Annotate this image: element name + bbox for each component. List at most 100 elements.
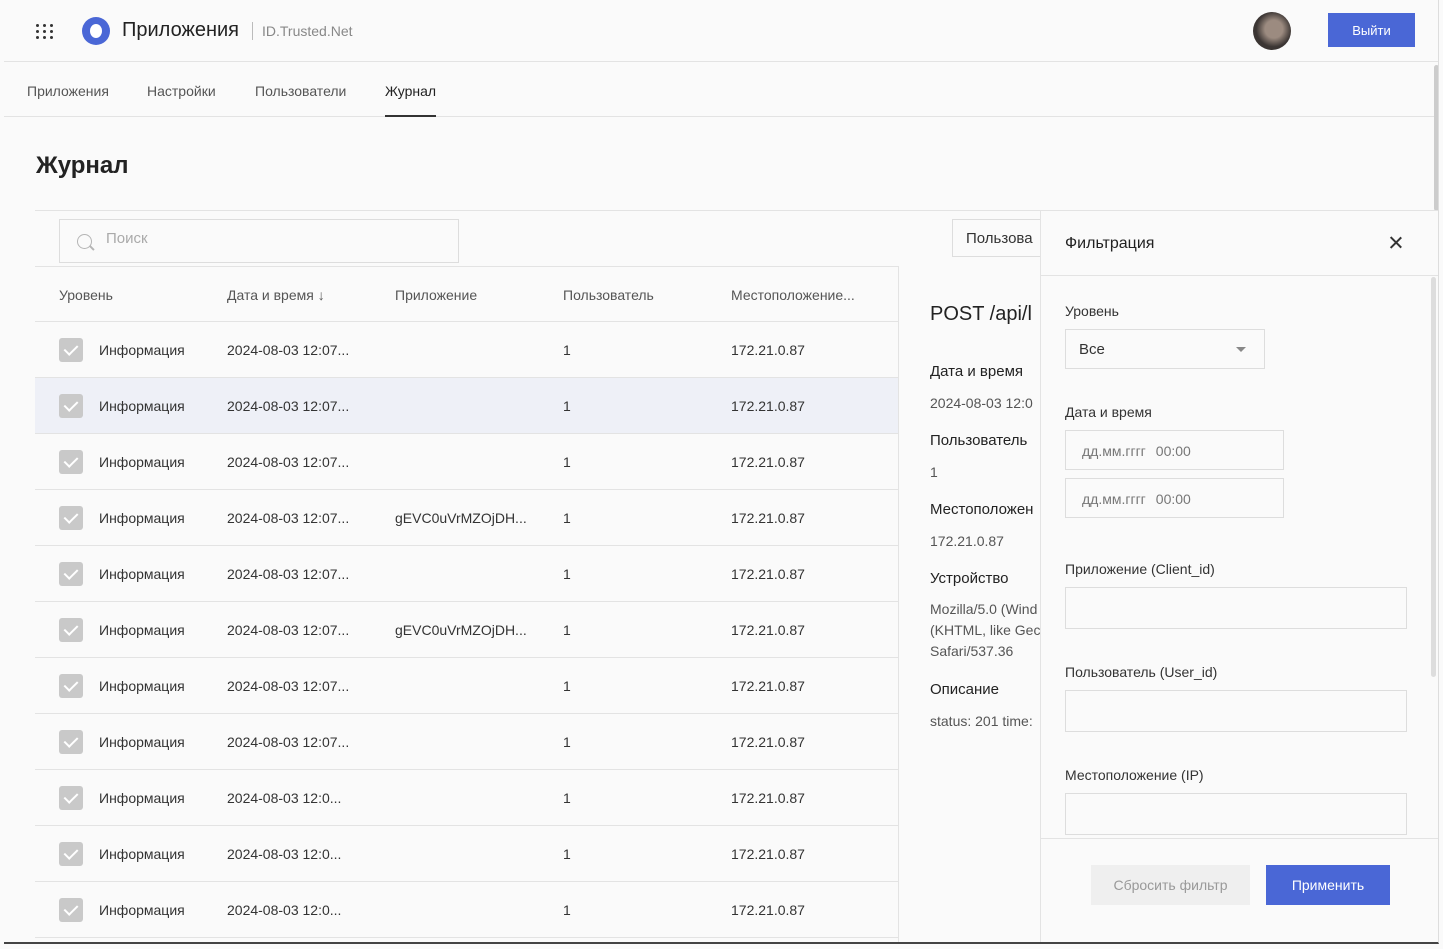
row-checkbox[interactable]: [59, 674, 83, 698]
apply-filter-button[interactable]: Применить: [1266, 865, 1390, 905]
tab-users[interactable]: Пользователи: [255, 83, 346, 117]
row-datetime: 2024-08-03 12:07...: [227, 566, 350, 582]
table-row[interactable]: Информация 2024-08-03 12:07... gEVC0uVrMZO…: [35, 490, 898, 546]
row-location: 172.21.0.87: [731, 622, 805, 638]
app-subtitle: ID.Trusted.Net: [262, 23, 353, 39]
row-datetime: 2024-08-03 12:07...: [227, 678, 350, 694]
detail-description-value: status: 201 time:: [930, 713, 1033, 729]
row-checkbox[interactable]: [59, 730, 83, 754]
row-level: Информация: [99, 790, 185, 806]
filter-scrollbar[interactable]: [1431, 277, 1436, 677]
table-row[interactable]: Информация 2024-08-03 12:0... 1 172.21.0.87: [35, 826, 898, 882]
date-placeholder: дд.мм.гггг: [1082, 491, 1146, 507]
row-datetime: 2024-08-03 12:07...: [227, 622, 350, 638]
filter-level-select[interactable]: Все: [1065, 329, 1265, 369]
title-divider: [252, 22, 253, 40]
logout-button[interactable]: Выйти: [1328, 13, 1415, 47]
row-datetime: 2024-08-03 12:07...: [227, 454, 350, 470]
row-user: 1: [563, 566, 571, 582]
row-datetime: 2024-08-03 12:0...: [227, 902, 342, 918]
detail-device-label: Устройство: [930, 570, 1009, 587]
user-filter-button[interactable]: Пользова: [952, 219, 1052, 257]
row-checkbox[interactable]: [59, 450, 83, 474]
nav-tabs: Приложения Настройки Пользователи Журнал: [4, 63, 1438, 117]
search-icon: [77, 234, 92, 249]
row-location: 172.21.0.87: [731, 902, 805, 918]
row-datetime: 2024-08-03 12:07...: [227, 398, 350, 414]
row-location: 172.21.0.87: [731, 398, 805, 414]
time-placeholder: 00:00: [1155, 443, 1191, 459]
row-level: Информация: [99, 622, 185, 638]
filter-date-to[interactable]: дд.мм.гггг 00:00: [1065, 478, 1284, 518]
date-placeholder: дд.мм.гггг: [1082, 443, 1146, 459]
tab-journal[interactable]: Журнал: [385, 83, 437, 117]
close-icon[interactable]: [1386, 233, 1406, 253]
row-location: 172.21.0.87: [731, 566, 805, 582]
row-level: Информация: [99, 398, 185, 414]
detail-date-label: Дата и время: [930, 363, 1024, 380]
row-checkbox[interactable]: [59, 338, 83, 362]
row-location: 172.21.0.87: [731, 454, 805, 470]
detail-location-value: 172.21.0.87: [930, 533, 1004, 549]
row-location: 172.21.0.87: [731, 846, 805, 862]
row-user: 1: [563, 902, 571, 918]
filter-footer: Сбросить фильтр Применить: [1041, 838, 1438, 942]
table-header: Уровень Дата и время ↓ Приложение Пользо…: [35, 266, 898, 322]
row-location: 172.21.0.87: [731, 678, 805, 694]
table-row[interactable]: Информация 2024-08-03 12:07... 1 172.21.0.8…: [35, 546, 898, 602]
row-level: Информация: [99, 734, 185, 750]
row-checkbox[interactable]: [59, 842, 83, 866]
search-input[interactable]: [106, 230, 406, 247]
column-level[interactable]: Уровень: [59, 287, 113, 303]
row-user: 1: [563, 454, 571, 470]
row-checkbox[interactable]: [59, 394, 83, 418]
row-user: 1: [563, 342, 571, 358]
column-application[interactable]: Приложение: [395, 287, 477, 303]
avatar[interactable]: [1253, 12, 1291, 50]
time-placeholder: 00:00: [1155, 491, 1191, 507]
detail-device-line: Mozilla/5.0 (Wind: [930, 601, 1038, 617]
row-location: 172.21.0.87: [731, 342, 805, 358]
filter-ip-input[interactable]: [1065, 793, 1407, 835]
filter-ip-label: Местоположение (IP): [1065, 767, 1204, 783]
filter-date-from[interactable]: дд.мм.гггг 00:00: [1065, 430, 1284, 470]
chevron-down-icon: [1236, 347, 1246, 352]
filter-level-value: Все: [1079, 341, 1105, 358]
table-row[interactable]: Информация 2024-08-03 12:07... 1 172.21.0.8…: [35, 658, 898, 714]
row-checkbox[interactable]: [59, 506, 83, 530]
column-user[interactable]: Пользователь: [563, 287, 654, 303]
table-row[interactable]: Информация 2024-08-03 12:07... 1 172.21.0.8…: [35, 322, 898, 378]
reset-filter-button[interactable]: Сбросить фильтр: [1091, 865, 1250, 905]
app-title: Приложения: [122, 19, 240, 41]
filter-app-input[interactable]: [1065, 587, 1407, 629]
table-row[interactable]: Информация 2024-08-03 12:07... 1 172.21.0.8…: [35, 378, 898, 434]
row-level: Информация: [99, 342, 185, 358]
table-row[interactable]: Информация 2024-08-03 12:0... 1 172.21.0.87: [35, 770, 898, 826]
filter-user-input[interactable]: [1065, 690, 1407, 732]
filter-header: Фильтрация: [1041, 211, 1438, 276]
table-row[interactable]: Информация 2024-08-03 12:07... 1 172.21.0.8…: [35, 434, 898, 490]
app-window: Приложения ID.Trusted.Net Выйти Приложен…: [4, 0, 1439, 944]
detail-user-label: Пользователь: [930, 432, 1028, 449]
row-user: 1: [563, 846, 571, 862]
row-location: 172.21.0.87: [731, 510, 805, 526]
filter-datetime-label: Дата и время: [1065, 404, 1152, 420]
apps-grid-icon[interactable]: [36, 24, 54, 40]
row-user: 1: [563, 622, 571, 638]
table-row[interactable]: Информация 2024-08-03 12:07... gEVC0uVrMZO…: [35, 602, 898, 658]
tab-applications[interactable]: Приложения: [27, 83, 109, 117]
filter-level-label: Уровень: [1065, 303, 1119, 319]
row-checkbox[interactable]: [59, 898, 83, 922]
table-row[interactable]: Информация 2024-08-03 12:0... 1 172.21.0.87: [35, 882, 898, 938]
row-checkbox[interactable]: [59, 618, 83, 642]
filter-title: Фильтрация: [1065, 235, 1155, 252]
detail-panel: POST /api/l Дата и время 2024-08-03 12:0…: [899, 267, 1041, 942]
page-scrollbar[interactable]: [1434, 65, 1438, 211]
tab-settings[interactable]: Настройки: [147, 83, 216, 117]
column-location[interactable]: Местоположение...: [731, 287, 855, 303]
row-checkbox[interactable]: [59, 786, 83, 810]
table-row[interactable]: Информация 2024-08-03 12:07... 1 172.21.0.8…: [35, 714, 898, 770]
row-checkbox[interactable]: [59, 562, 83, 586]
row-user: 1: [563, 790, 571, 806]
column-datetime[interactable]: Дата и время ↓: [227, 287, 325, 303]
